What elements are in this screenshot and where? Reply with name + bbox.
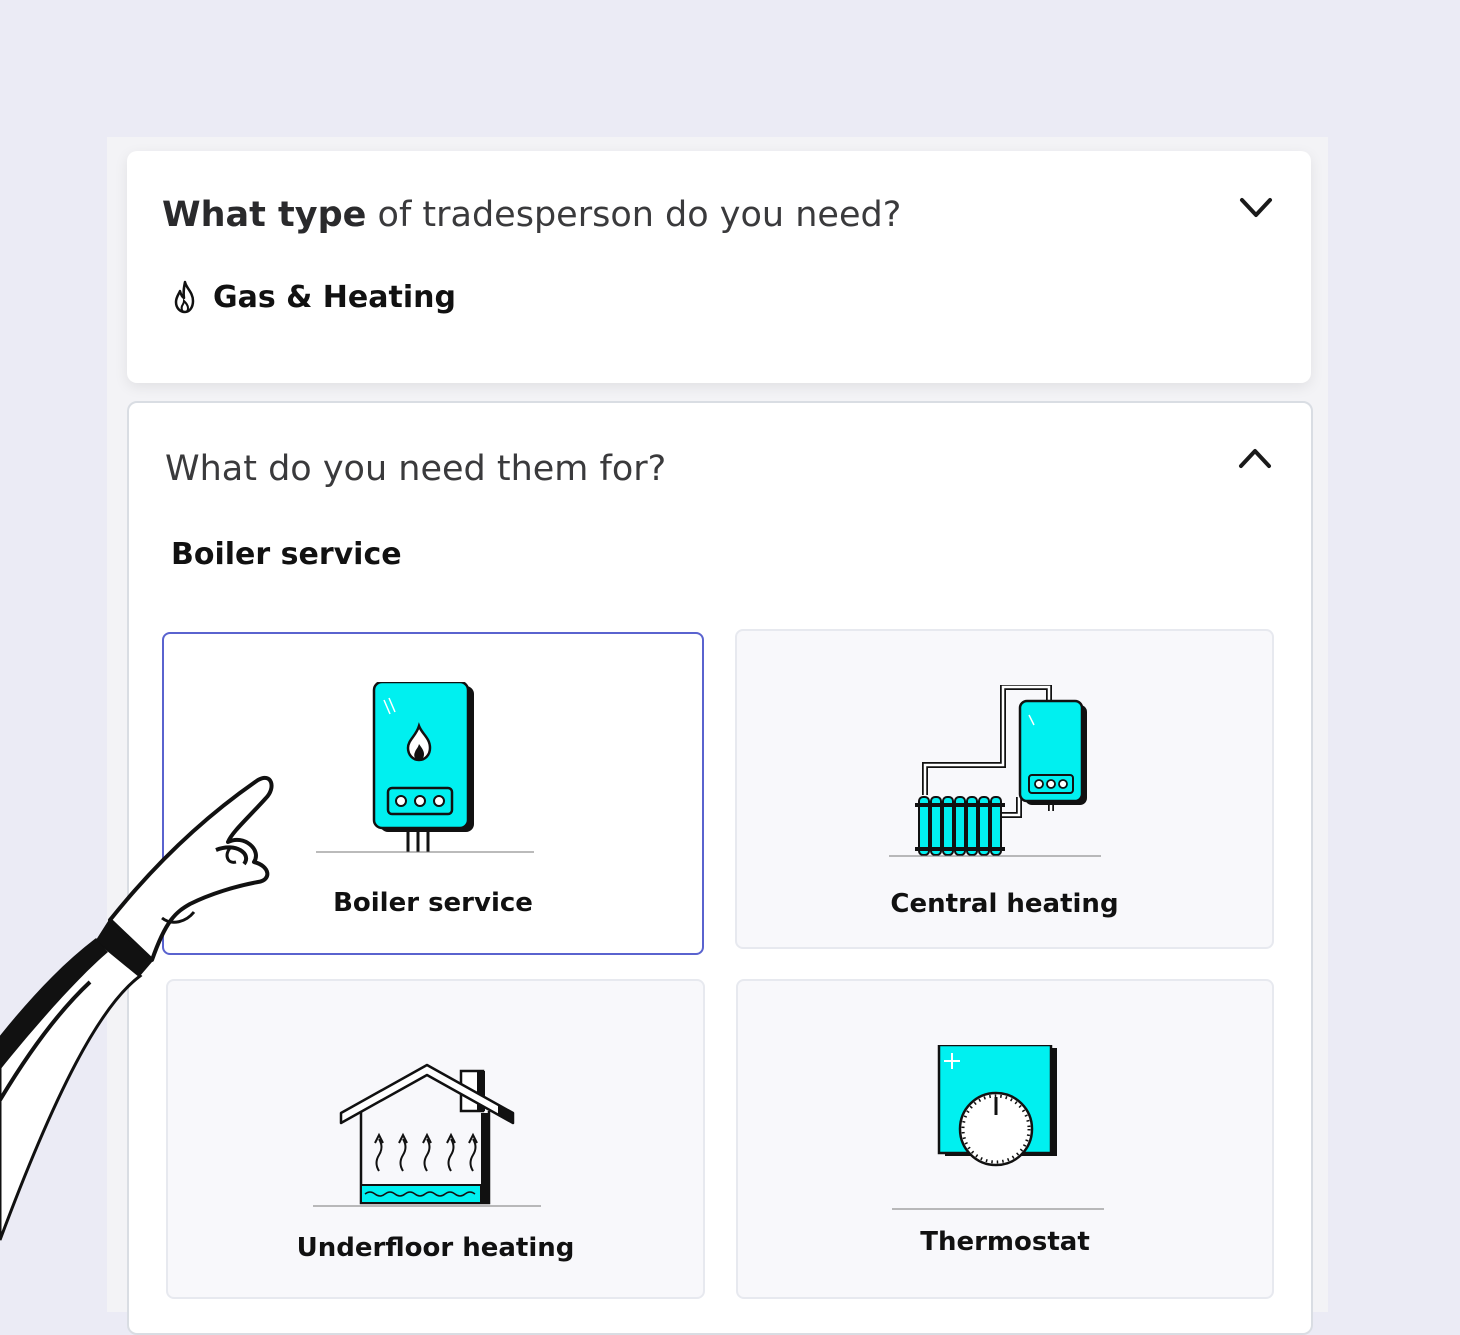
underfloor-heating-icon xyxy=(313,1063,541,1207)
selected-job-label: Boiler service xyxy=(171,537,402,572)
option-central-heating[interactable]: Central heating xyxy=(735,629,1274,949)
chevron-down-icon[interactable] xyxy=(1239,197,1273,219)
selected-trade: Gas & Heating xyxy=(171,279,456,315)
chevron-up-icon[interactable] xyxy=(1238,447,1272,469)
trade-type-question-card[interactable]: What type of tradesperson do you need? G… xyxy=(127,151,1311,383)
question-bold-part: What type xyxy=(162,195,367,235)
flame-icon xyxy=(174,280,195,314)
question-rest-part: of tradesperson do you need? xyxy=(366,195,902,235)
trade-type-question: What type of tradesperson do you need? xyxy=(162,195,901,235)
central-heating-icon xyxy=(889,685,1101,857)
job-type-question: What do you need them for? xyxy=(165,449,667,489)
option-thermostat[interactable]: Thermostat xyxy=(736,979,1274,1299)
selected-trade-label: Gas & Heating xyxy=(213,279,456,315)
option-label: Central heating xyxy=(890,889,1119,919)
option-label: Thermostat xyxy=(920,1227,1090,1257)
thermostat-icon xyxy=(892,1045,1104,1210)
boiler-icon xyxy=(316,682,534,853)
pointing-hand-illustration xyxy=(0,776,274,1241)
